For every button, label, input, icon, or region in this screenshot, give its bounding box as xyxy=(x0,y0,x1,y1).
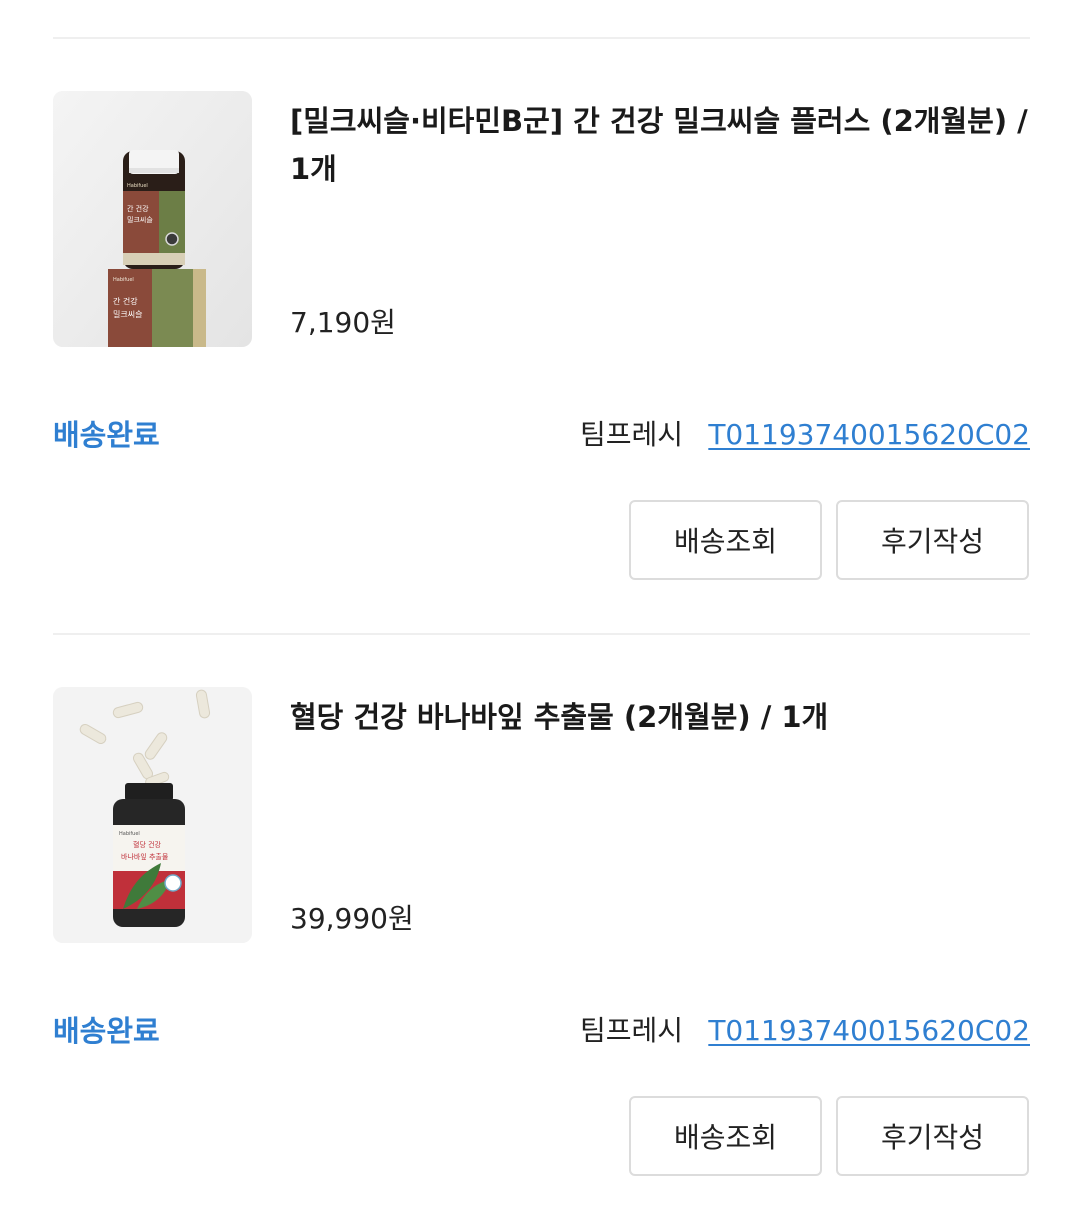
order-list: Habifuel 간 건강 밀크씨슬 Habifuel 간 건강 밀크씨슬 [밀… xyxy=(0,0,1080,1210)
banaba-leaf-product-image: Habifuel 혈당 건강 바나바잎 추출물 xyxy=(53,687,252,943)
box-brand-text: Habifuel xyxy=(113,277,134,283)
delivery-status: 배송완료 xyxy=(53,418,160,452)
product-price: 39,990원 xyxy=(290,902,414,935)
product-name[interactable]: 혈당 건강 바나바잎 추출물 (2개월분) / 1개 xyxy=(290,693,1030,741)
product-price: 7,190원 xyxy=(290,306,396,339)
order-item: Habifuel 간 건강 밀크씨슬 Habifuel 간 건강 밀크씨슬 [밀… xyxy=(0,91,1080,651)
divider xyxy=(53,37,1030,39)
delivery-status: 배송완료 xyxy=(53,1014,160,1048)
box-label-text: 밀크씨슬 xyxy=(113,309,142,319)
product-thumbnail[interactable]: Habifuel 간 건강 밀크씨슬 Habifuel 간 건강 밀크씨슬 xyxy=(53,91,252,347)
product-thumbnail[interactable]: Habifuel 혈당 건강 바나바잎 추출물 xyxy=(53,687,252,943)
bottle-label-text: 밀크씨슬 xyxy=(127,215,153,224)
write-review-button[interactable]: 후기작성 xyxy=(836,1096,1029,1176)
courier-name: 팀프레시 xyxy=(580,418,684,451)
bottle-brand-text: Habifuel xyxy=(127,183,148,189)
milk-thistle-product-image: Habifuel 간 건강 밀크씨슬 Habifuel 간 건강 밀크씨슬 xyxy=(53,91,252,347)
track-delivery-button[interactable]: 배송조회 xyxy=(629,1096,822,1176)
tracking-number-link[interactable]: T01193740015620C02 xyxy=(708,415,1030,455)
box-label-text: 간 건강 xyxy=(113,296,138,306)
bottle-label-text: 바나바잎 추출물 xyxy=(121,852,169,861)
bottle-label-text: 간 건강 xyxy=(127,204,149,213)
courier-name: 팀프레시 xyxy=(580,1014,684,1047)
bottle-brand-text: Habifuel xyxy=(119,831,140,837)
order-item: Habifuel 혈당 건강 바나바잎 추출물 혈당 건강 바나바잎 추출물 (… xyxy=(0,687,1080,1210)
write-review-button[interactable]: 후기작성 xyxy=(836,500,1029,580)
product-name[interactable]: [밀크씨슬·비타민B군] 간 건강 밀크씨슬 플러스 (2개월분) / 1개 xyxy=(290,97,1030,193)
tracking-number-link[interactable]: T01193740015620C02 xyxy=(708,1011,1030,1051)
bottle-label-text: 혈당 건강 xyxy=(133,840,162,849)
track-delivery-button[interactable]: 배송조회 xyxy=(629,500,822,580)
divider xyxy=(53,633,1030,635)
